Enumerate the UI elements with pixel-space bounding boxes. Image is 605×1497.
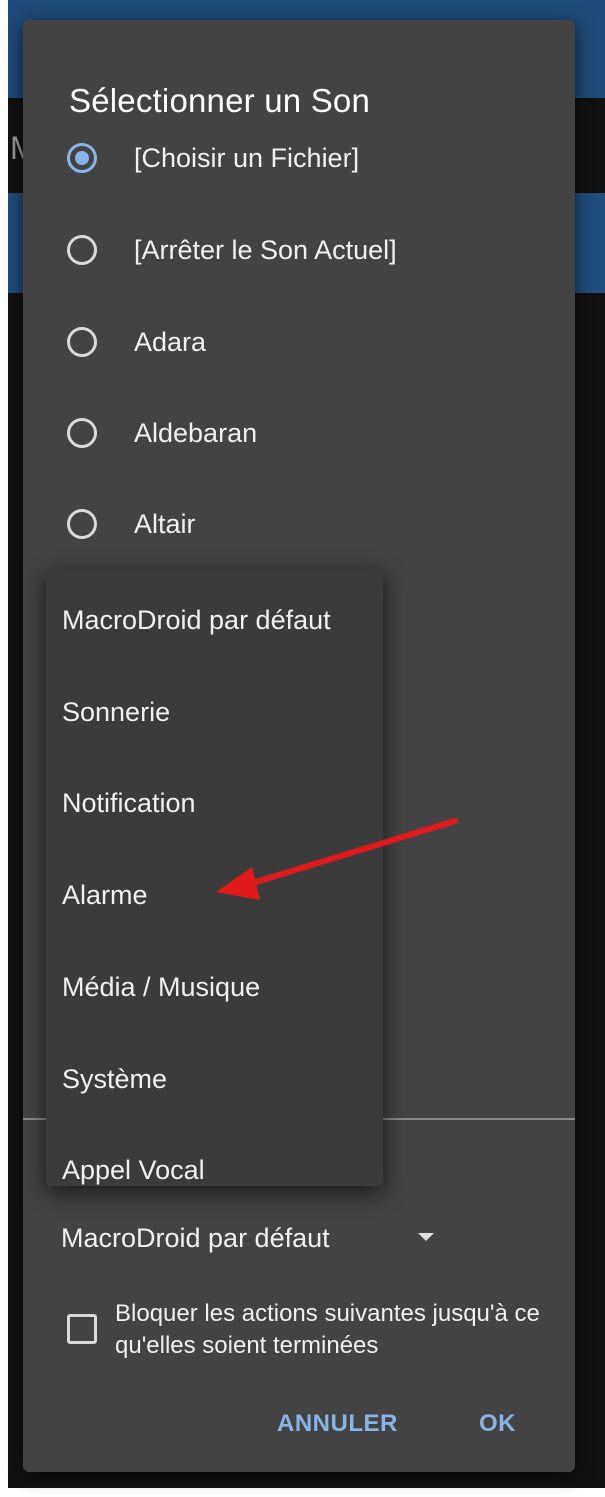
- red-arrow-icon: [216, 818, 458, 900]
